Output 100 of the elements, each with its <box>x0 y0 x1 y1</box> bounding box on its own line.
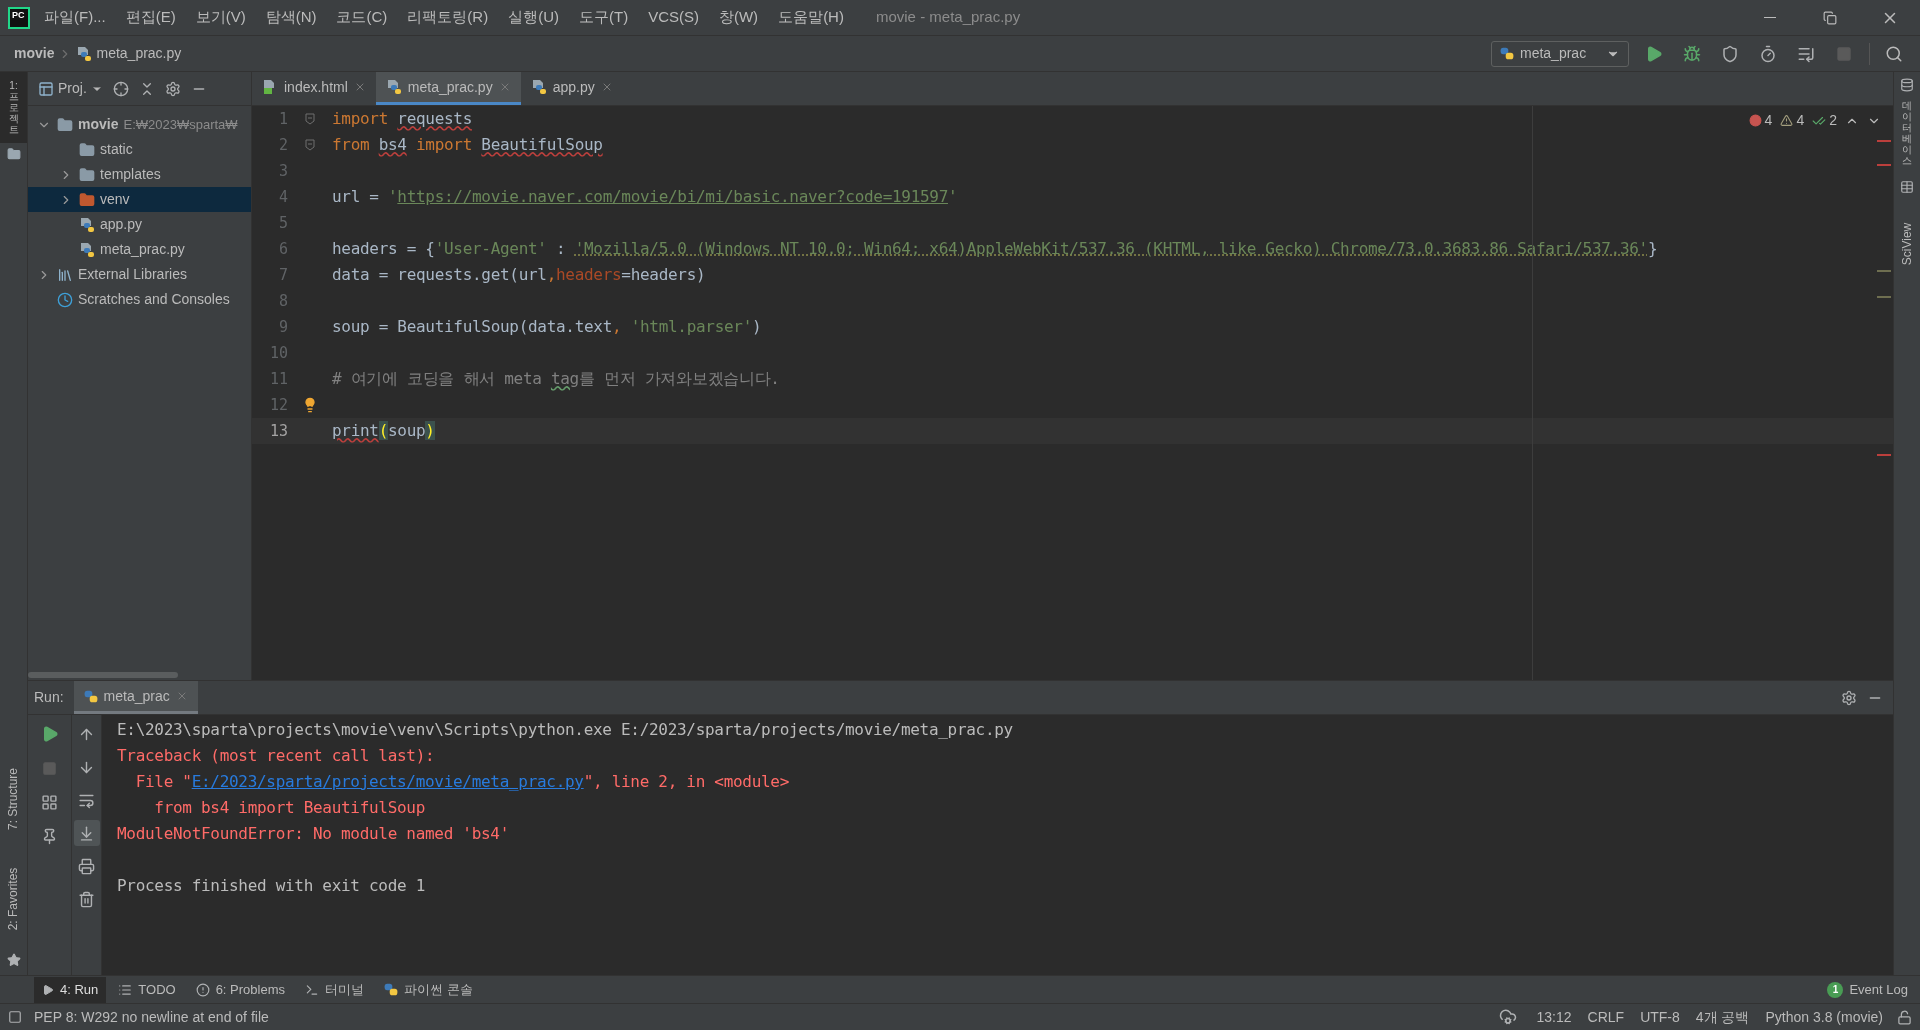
status-message: PEP 8: W292 no newline at end of file <box>34 1007 269 1027</box>
scroll-end-icon <box>78 824 95 842</box>
window-title: movie - meta_prac.py <box>875 7 1021 28</box>
menu-item[interactable]: 편집(E) <box>125 6 176 29</box>
scratches-icon <box>57 291 73 308</box>
error-icon <box>1748 114 1762 127</box>
tool-window-button[interactable]: 터미널 <box>297 976 372 1003</box>
breadcrumb[interactable]: meta_prac.py <box>76 43 182 64</box>
settings-icon[interactable] <box>164 80 181 97</box>
scrollbar-thumb[interactable] <box>28 672 178 678</box>
status-item[interactable]: 13:12 <box>1536 1006 1572 1028</box>
console-line: ModuleNotFoundError: No module named 'bs4' <box>117 823 510 845</box>
panel-toggle-icon[interactable] <box>8 1010 22 1024</box>
tool-window-button[interactable]: 6: Problems <box>187 976 293 1003</box>
folder-icon <box>6 147 21 161</box>
play-icon <box>1645 44 1663 63</box>
code-line: print(soup) <box>332 420 435 442</box>
problems-icon <box>195 982 210 997</box>
editor-tab[interactable]: meta_prac.py <box>375 72 521 105</box>
breadcrumb[interactable]: movie <box>14 43 55 64</box>
project-tree-item[interactable]: Scratches and Consoles <box>28 287 251 312</box>
app-logo: PC <box>8 6 30 29</box>
locate-icon[interactable] <box>112 80 129 97</box>
tool-window-tab[interactable]: 1: 프로젝트 <box>0 72 27 143</box>
file-link[interactable]: E:/2023/sparta/projects/movie/meta_prac.py <box>191 770 584 794</box>
python-file-icon <box>79 241 95 258</box>
menu-item[interactable]: 도움말(H) <box>778 6 844 29</box>
lock-icon[interactable] <box>1897 1009 1912 1025</box>
menu-item[interactable]: 파일(F)... <box>44 6 106 29</box>
library-icon <box>57 266 73 283</box>
menu-item[interactable]: 코드(C) <box>336 6 388 29</box>
project-tree-item[interactable]: movie E:₩2023₩sparta₩ <box>28 112 251 137</box>
line-number: 6 <box>277 238 288 260</box>
editor-tab[interactable]: index.html <box>252 72 376 105</box>
python-file-icon <box>76 45 93 62</box>
line-number: 13 <box>268 420 288 442</box>
run-label: Run: <box>34 688 64 707</box>
console-line: File "E:/2023/sparta/projects/movie/meta_prac.py", line 2, in <module> <box>117 769 1893 795</box>
folder-icon <box>79 166 95 183</box>
folder-icon <box>57 116 73 133</box>
project-tree-item[interactable]: meta_prac.py <box>28 237 251 262</box>
status-item[interactable]: CRLF <box>1587 1006 1625 1028</box>
line-number: 11 <box>268 368 288 390</box>
tool-window-tab[interactable]: 데이터베이스 <box>1894 92 1920 174</box>
project-view-dropdown[interactable]: Proj. <box>38 78 103 99</box>
cloud-settings-icon[interactable] <box>1498 1008 1517 1026</box>
code-line: import requests <box>332 108 472 130</box>
project-tree-item[interactable]: venv <box>28 187 251 212</box>
project-tree-item[interactable]: External Libraries <box>28 262 251 287</box>
line-number: 1 <box>277 108 288 130</box>
tool-window-tab[interactable]: 2: Favorites <box>0 849 27 949</box>
python-icon <box>1500 47 1514 60</box>
fold-marker-icon[interactable] <box>305 139 315 151</box>
line-number: 8 <box>277 290 288 312</box>
event-log-button[interactable]: 1 Event Log <box>1827 979 1908 1000</box>
typo-count[interactable]: 2 <box>1812 110 1837 131</box>
fold-marker-icon[interactable] <box>305 113 315 125</box>
code-line: soup = BeautifulSoup(data.text, 'html.parser') <box>332 316 762 338</box>
run-tab[interactable]: meta_prac <box>73 681 198 714</box>
console-line: Process finished with exit code 1 <box>117 875 426 897</box>
project-tree-item[interactable]: templates <box>28 162 251 187</box>
tool-window-button[interactable]: 파이썬 콘솔 <box>376 976 481 1003</box>
menu-item[interactable]: 리팩토링(R) <box>407 6 489 29</box>
menu-item[interactable]: VCS(S) <box>648 6 699 29</box>
settings-icon[interactable] <box>1841 689 1857 706</box>
menu-item[interactable]: 보기(V) <box>195 6 246 29</box>
menu-item[interactable]: 도구(T) <box>578 6 629 29</box>
tool-window-button[interactable]: 4: Run <box>34 976 107 1003</box>
menu-item[interactable]: 실행(U) <box>508 6 559 29</box>
line-number: 7 <box>277 264 288 286</box>
error-count[interactable]: 4 <box>1748 110 1773 131</box>
line-number: 10 <box>268 342 288 364</box>
scroll-to-end-button[interactable] <box>73 820 100 846</box>
code-line: data = requests.get(url,headers=headers) <box>332 264 706 286</box>
warning-icon <box>1780 114 1794 127</box>
search-icon <box>1885 44 1903 63</box>
lightbulb-icon[interactable] <box>302 397 318 413</box>
run-config-dropdown[interactable]: meta_prac <box>1491 40 1629 67</box>
project-tree-item[interactable]: app.py <box>28 212 251 237</box>
notification-badge: 1 <box>1827 981 1844 998</box>
tool-window-tab[interactable]: SciView <box>1894 194 1920 294</box>
status-item[interactable]: Python 3.8 (movie) <box>1765 1006 1883 1028</box>
list-icon <box>118 982 133 997</box>
folder-icon <box>79 191 95 208</box>
python-file-icon <box>530 79 547 95</box>
menu-item[interactable]: 창(W) <box>718 6 759 29</box>
project-tree-item[interactable]: static <box>28 137 251 162</box>
editor-tab[interactable]: app.py <box>520 72 623 105</box>
warning-count[interactable]: 4 <box>1780 110 1805 131</box>
python-icon <box>384 983 398 996</box>
tool-window-tab[interactable]: 7: Structure <box>0 749 27 849</box>
code-line: # 여기에 코딩을 해서 meta tag를 먼저 가져와보겠습니다. <box>332 368 780 390</box>
status-item[interactable]: UTF-8 <box>1640 1006 1680 1028</box>
layout-icon <box>41 793 58 811</box>
printer-icon <box>78 857 95 875</box>
status-item[interactable]: 4개 공백 <box>1695 1006 1750 1028</box>
pin-icon <box>41 827 58 845</box>
tool-window-button[interactable]: TODO <box>110 976 184 1003</box>
menu-item[interactable]: 탐색(N) <box>265 6 317 29</box>
bug-icon <box>1683 44 1701 63</box>
